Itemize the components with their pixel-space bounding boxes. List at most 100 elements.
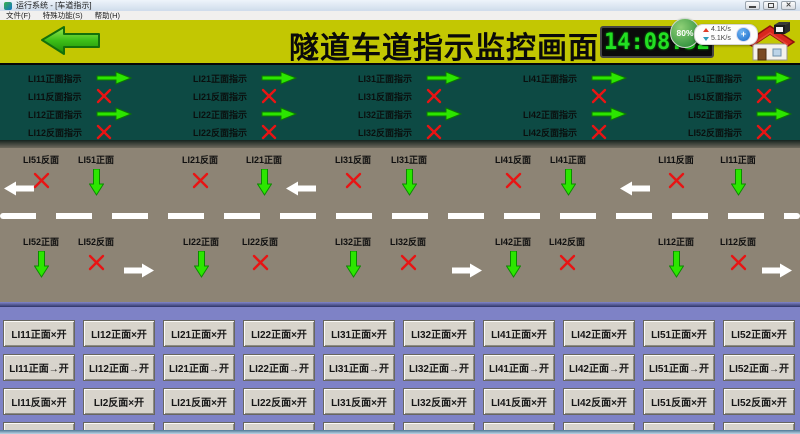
red-x-icon	[426, 88, 442, 104]
close-button[interactable]: ✕	[781, 1, 796, 10]
green-right-arrow-icon	[591, 71, 627, 85]
lane-divider-dashes	[0, 213, 800, 219]
green-down-arrow-icon	[561, 169, 576, 196]
road-device-label: LI21正面	[246, 153, 282, 166]
status-cell	[523, 87, 688, 105]
status-cell: LI12正面指示	[28, 105, 193, 123]
red-x-icon	[559, 254, 576, 271]
red-x-icon	[252, 254, 269, 271]
lane-control-button[interactable]: LI32正面→开	[403, 354, 475, 381]
lane-control-button[interactable]: LI12正面→开	[83, 354, 155, 381]
road-device-label: LI41正面	[550, 153, 586, 166]
lane-control-button[interactable]: LI31正面→开	[323, 354, 395, 381]
green-down-arrow-icon	[731, 169, 746, 196]
lane-control-button[interactable]: LI21正面×开	[163, 320, 235, 347]
road-device-label: LI52反面	[78, 235, 114, 248]
restore-icon	[768, 3, 774, 8]
lane-control-button[interactable]: LI41反面×开	[483, 388, 555, 415]
road-device: LI42正面	[485, 235, 541, 279]
lane-control-button[interactable]: LI52正面→开	[723, 354, 795, 381]
control-button-panel: LI11正面×开 LI12正面×开 LI21正面×开 LI22正面×开 LI31正面×开…	[0, 307, 800, 434]
lane-control-button[interactable]: LI32正面×开	[403, 320, 475, 347]
status-cell: LI41正面指示	[523, 69, 688, 87]
lane-control-button[interactable]: LI32反面×开	[403, 388, 475, 415]
road-device: LI32反面	[380, 235, 436, 279]
lane-control-button[interactable]: LI52反面×开	[723, 388, 795, 415]
road-device-label: LI22正面	[183, 235, 219, 248]
green-right-arrow-icon	[261, 71, 297, 85]
lane-control-button[interactable]: LI41正面→开	[483, 354, 555, 381]
red-x-icon	[591, 88, 607, 104]
road-device-label: LI51反面	[23, 153, 59, 166]
lane-control-button[interactable]: LI21正面→开	[163, 354, 235, 381]
road-device-label: LI21反面	[182, 153, 218, 166]
lane-control-button[interactable]: LI51正面×开	[643, 320, 715, 347]
status-cell: LI31正面指示	[358, 69, 523, 87]
lane-control-button[interactable]: LI31正面×开	[323, 320, 395, 347]
lane-control-button[interactable]: LI51正面→开	[643, 354, 715, 381]
lane-control-button[interactable]: LI22正面→开	[243, 354, 315, 381]
lane-control-button[interactable]: LI11反面×开	[3, 388, 75, 415]
lane-control-button[interactable]: LI51反面×开	[643, 388, 715, 415]
minimize-icon	[749, 6, 756, 8]
lane-control-button[interactable]: LI21反面×开	[163, 388, 235, 415]
green-down-arrow-icon	[506, 251, 521, 278]
red-x-icon	[192, 172, 209, 189]
red-x-icon	[88, 254, 105, 271]
back-button[interactable]	[40, 24, 102, 57]
lane-control-button[interactable]: LI31反面×开	[323, 388, 395, 415]
status-cell: LI42反面指示	[523, 123, 688, 141]
lane-control-button[interactable]: LI22反面×开	[243, 388, 315, 415]
lane-direction-arrow	[620, 181, 650, 196]
red-x-icon	[756, 124, 772, 140]
page-title: 隧道车道指示监控画面	[289, 23, 599, 67]
red-x-icon	[33, 172, 50, 189]
lane-control-button[interactable]: LI11正面×开	[3, 320, 75, 347]
green-down-arrow-icon	[669, 251, 684, 278]
lane-control-button[interactable]: LI42反面×开	[563, 388, 635, 415]
lane-control-button[interactable]: LI22正面×开	[243, 320, 315, 347]
window-title: 运行系统 - [车道指示]	[16, 0, 745, 11]
lane-control-button[interactable]: LI2反面×开	[83, 388, 155, 415]
status-cell: LI52正面指示	[688, 105, 800, 123]
lane-control-button[interactable]: LI52正面×开	[723, 320, 795, 347]
status-cell: LI42正面指示	[523, 105, 688, 123]
road-device-label: LI32反面	[390, 235, 426, 248]
road-device: LI11正面	[710, 153, 766, 197]
green-right-arrow-icon	[426, 71, 462, 85]
road-device-label: LI12反面	[720, 235, 756, 248]
road-device: LI22正面	[173, 235, 229, 279]
green-right-arrow-icon	[756, 71, 792, 85]
white-left-arrow-icon	[286, 181, 316, 196]
lane-control-button[interactable]: LI42正面×开	[563, 320, 635, 347]
green-right-arrow-icon	[426, 107, 462, 121]
lane-control-button[interactable]: LI41正面×开	[483, 320, 555, 347]
status-label: LI41正面指示	[523, 72, 587, 85]
lane-control-button[interactable]: LI11正面→开	[3, 354, 75, 381]
status-label: LI42反面指示	[523, 126, 587, 139]
red-x-icon	[96, 124, 112, 140]
control-button-row: LI11正面×开 LI12正面×开 LI21正面×开 LI22正面×开 LI31正面×开…	[3, 320, 795, 347]
road-device-label: LI42反面	[549, 235, 585, 248]
green-down-arrow-icon	[346, 251, 361, 278]
lane-control-button[interactable]: LI12正面×开	[83, 320, 155, 347]
white-right-arrow-icon	[762, 263, 792, 278]
status-label: LI31正面指示	[358, 72, 422, 85]
road-device: LI51正面	[68, 153, 124, 197]
minimize-button[interactable]	[745, 1, 760, 10]
taskbar-edge	[0, 430, 800, 434]
status-label: LI52反面指示	[688, 126, 752, 139]
status-label: LI22反面指示	[193, 126, 257, 139]
restore-button[interactable]	[763, 1, 778, 10]
road-device: LI52正面	[13, 235, 69, 279]
status-label: LI51正面指示	[688, 72, 752, 85]
road-device: LI12正面	[648, 235, 704, 279]
green-down-arrow-icon	[402, 169, 417, 196]
road-device: LI41反面	[485, 153, 541, 197]
road-device: LI41正面	[540, 153, 596, 197]
lane-direction-arrow	[124, 263, 154, 278]
lane-control-button[interactable]: LI42正面→开	[563, 354, 635, 381]
red-x-icon	[400, 254, 417, 271]
net-widget-expand-button[interactable]: +	[736, 27, 751, 42]
green-right-arrow-icon	[591, 107, 627, 121]
